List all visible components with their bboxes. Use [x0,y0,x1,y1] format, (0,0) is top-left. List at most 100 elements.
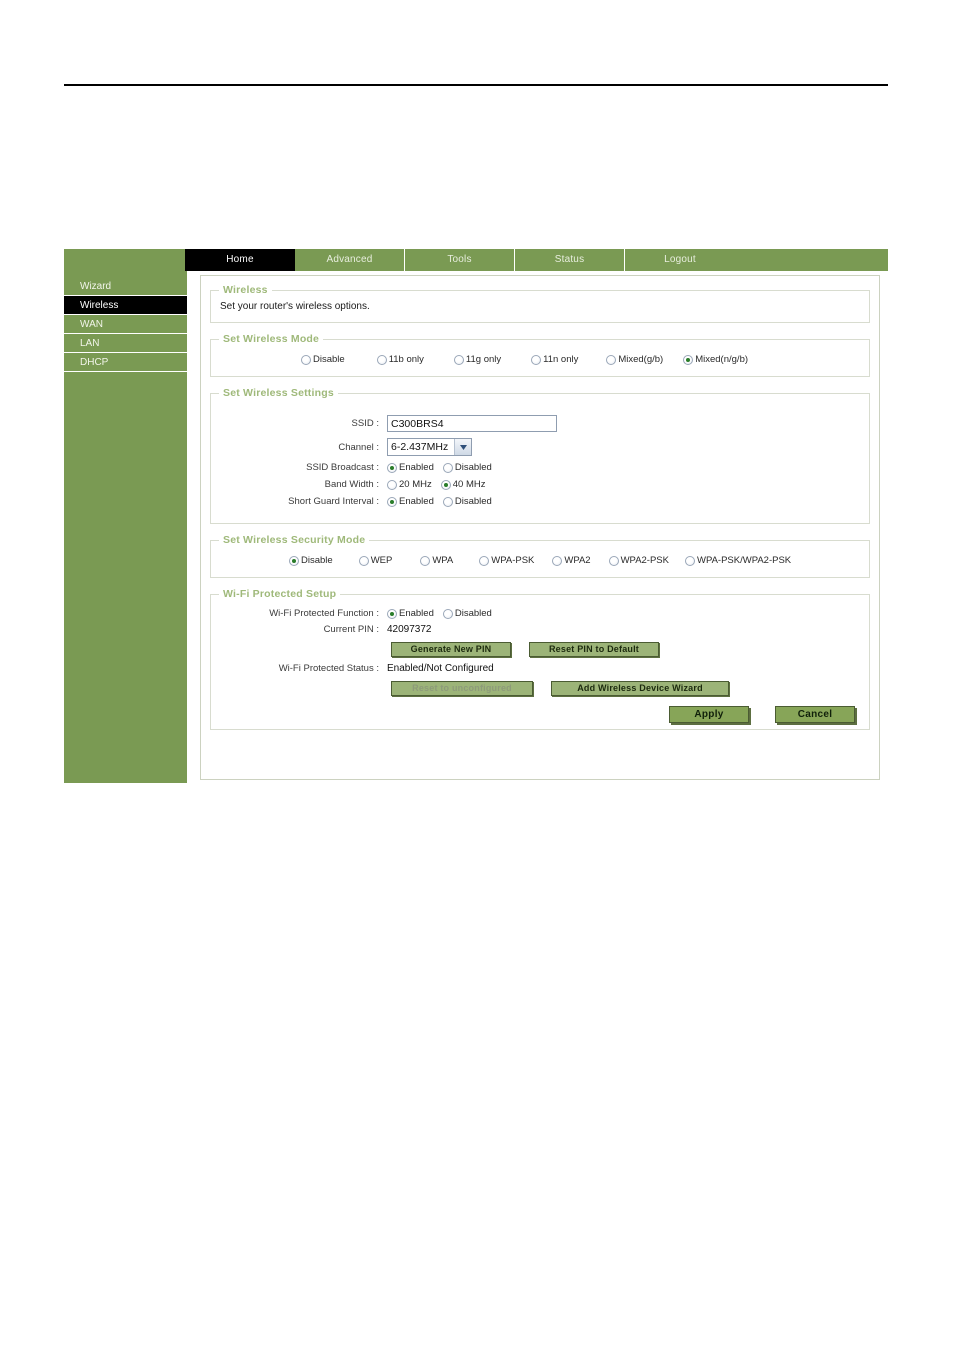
radio-icon[interactable] [387,462,397,473]
band-width-option-label: 40 MHz [452,479,486,490]
wireless-mode-option-mixed-ngb[interactable]: Mixed(n/g/b) [683,354,748,365]
ssid-broadcast-option-label: Disabled [454,462,492,473]
ssid-broadcast-label: SSID Broadcast : [306,462,379,473]
ssid-row: SSID : [219,415,861,432]
channel-select[interactable]: 6-2.437MHz [387,438,472,456]
radio-icon[interactable] [531,354,542,365]
tab-status[interactable]: Status [515,249,625,271]
wireless-mode-option-11n[interactable]: 11n only [531,354,578,365]
wireless-mode-legend: Set Wireless Mode [223,333,320,345]
cancel-button[interactable]: Cancel [775,706,855,723]
current-pin-label: Current PIN : [323,624,379,635]
wps-function-enabled[interactable]: Enabled [387,608,434,619]
radio-icon[interactable] [289,555,299,566]
wps-status-value: Enabled/Not Configured [387,663,494,674]
wireless-mode-options: Disable 11b only 11g only 11n only Mixed… [219,349,861,368]
wps-function-label: Wi-Fi Protected Function : [269,608,379,619]
wps-section: Wi-Fi Protected Setup Wi-Fi Protected Fu… [210,588,870,730]
sidebar-item-wan[interactable]: WAN [64,315,187,334]
radio-icon[interactable] [387,608,397,619]
short-guard-enabled[interactable]: Enabled [387,496,434,507]
channel-selected-value: 6-2.437MHz [391,441,449,453]
security-option-wpa-psk-wpa2-psk[interactable]: WPA-PSK/WPA2-PSK [684,555,792,566]
form-actions: Apply Cancel [219,706,861,723]
band-width-label: Band Width : [324,479,379,490]
tab-tools[interactable]: Tools [405,249,515,271]
security-option-wpa-psk[interactable]: WPA-PSK [479,555,534,566]
wireless-intro-description: Set your router's wireless options. [220,301,370,312]
wireless-mode-option-label: Mixed(g/b) [618,354,664,365]
chevron-down-icon[interactable] [454,439,471,455]
radio-icon[interactable] [479,555,490,566]
sidebar-item-dhcp[interactable]: DHCP [64,353,187,372]
wireless-settings-legend: Set Wireless Settings [223,387,334,399]
wireless-intro-section: Wireless Set your router's wireless opti… [210,284,870,323]
ssid-broadcast-disabled[interactable]: Disabled [442,462,492,473]
tab-logout[interactable]: Logout [625,249,735,271]
security-option-wpa[interactable]: WPA [420,555,453,566]
apply-button[interactable]: Apply [669,706,749,723]
radio-icon[interactable] [684,555,695,566]
radio-icon[interactable] [420,555,431,566]
wireless-settings-section: Set Wireless Settings SSID : Channel : 6… [210,387,870,524]
radio-icon[interactable] [358,555,369,566]
radio-icon[interactable] [683,354,694,365]
security-option-label: WPA-PSK/WPA2-PSK [696,555,792,566]
radio-icon[interactable] [376,354,387,365]
tab-home[interactable]: Home [185,249,295,271]
generate-new-pin-button[interactable]: Generate New PIN [391,642,511,657]
short-guard-disabled[interactable]: Disabled [442,496,492,507]
router-admin-ui: Home Advanced Tools Status Logout Wizard… [64,249,888,783]
pin-button-row: Generate New PIN Reset PIN to Default [391,642,861,657]
radio-icon[interactable] [442,496,453,507]
security-mode-legend: Set Wireless Security Mode [223,534,366,546]
channel-label: Channel : [338,441,379,453]
wps-function-disabled[interactable]: Disabled [442,608,492,619]
wireless-mode-option-11b[interactable]: 11b only [376,354,424,365]
wireless-mode-option-label: Disable [313,354,345,365]
radio-icon[interactable] [301,354,311,365]
sidebar-item-lan[interactable]: LAN [64,334,187,353]
ssid-input[interactable] [387,415,557,432]
wireless-mode-option-11g[interactable]: 11g only [453,354,501,365]
short-guard-option-label: Disabled [454,496,492,507]
radio-icon[interactable] [387,496,397,507]
sidebar-item-wireless[interactable]: Wireless [64,296,187,315]
content-panel: Wireless Set your router's wireless opti… [200,275,880,780]
wireless-mode-section: Set Wireless Mode Disable 11b only 11g o… [210,333,870,377]
radio-icon[interactable] [442,608,453,619]
wireless-mode-option-label: Mixed(n/g/b) [695,354,749,365]
wps-status-row: Wi-Fi Protected Status : Enabled/Not Con… [219,663,861,674]
security-option-label: WPA-PSK [491,555,535,566]
security-option-disable[interactable]: Disable [289,555,333,566]
band-width-20mhz[interactable]: 20 MHz [387,479,432,490]
ssid-broadcast-enabled[interactable]: Enabled [387,462,434,473]
security-option-wpa2[interactable]: WPA2 [552,555,591,566]
radio-icon[interactable] [387,479,397,490]
tab-advanced[interactable]: Advanced [295,249,405,271]
ssid-broadcast-row: SSID Broadcast : Enabled Disabled [219,462,861,473]
add-wireless-device-wizard-button[interactable]: Add Wireless Device Wizard [551,681,729,696]
band-width-row: Band Width : 20 MHz 40 MHz [219,479,861,490]
radio-icon[interactable] [606,354,617,365]
wireless-mode-option-mixed-gb[interactable]: Mixed(g/b) [606,354,663,365]
security-option-wep[interactable]: WEP [358,555,393,566]
radio-icon[interactable] [453,354,464,365]
band-width-40mhz[interactable]: 40 MHz [440,479,486,490]
sidebar-item-wizard[interactable]: Wizard [64,277,187,296]
channel-row: Channel : 6-2.437MHz [219,438,861,456]
wps-function-option-label: Disabled [454,608,492,619]
radio-icon[interactable] [552,555,563,566]
radio-icon[interactable] [442,462,453,473]
reset-to-unconfigured-button[interactable]: Reset to unconfigured [391,681,533,696]
radio-icon[interactable] [608,555,619,566]
security-option-wpa2-psk[interactable]: WPA2-PSK [608,555,669,566]
wps-legend: Wi-Fi Protected Setup [223,588,337,600]
radio-icon[interactable] [440,479,451,490]
reset-pin-to-default-button[interactable]: Reset PIN to Default [529,642,659,657]
wps-status-label: Wi-Fi Protected Status : [278,663,379,674]
band-width-option-label: 20 MHz [399,479,432,490]
wireless-mode-option-label: 11n only [543,354,579,365]
wireless-mode-option-disable[interactable]: Disable [301,354,345,365]
security-option-label: WEP [370,555,393,566]
